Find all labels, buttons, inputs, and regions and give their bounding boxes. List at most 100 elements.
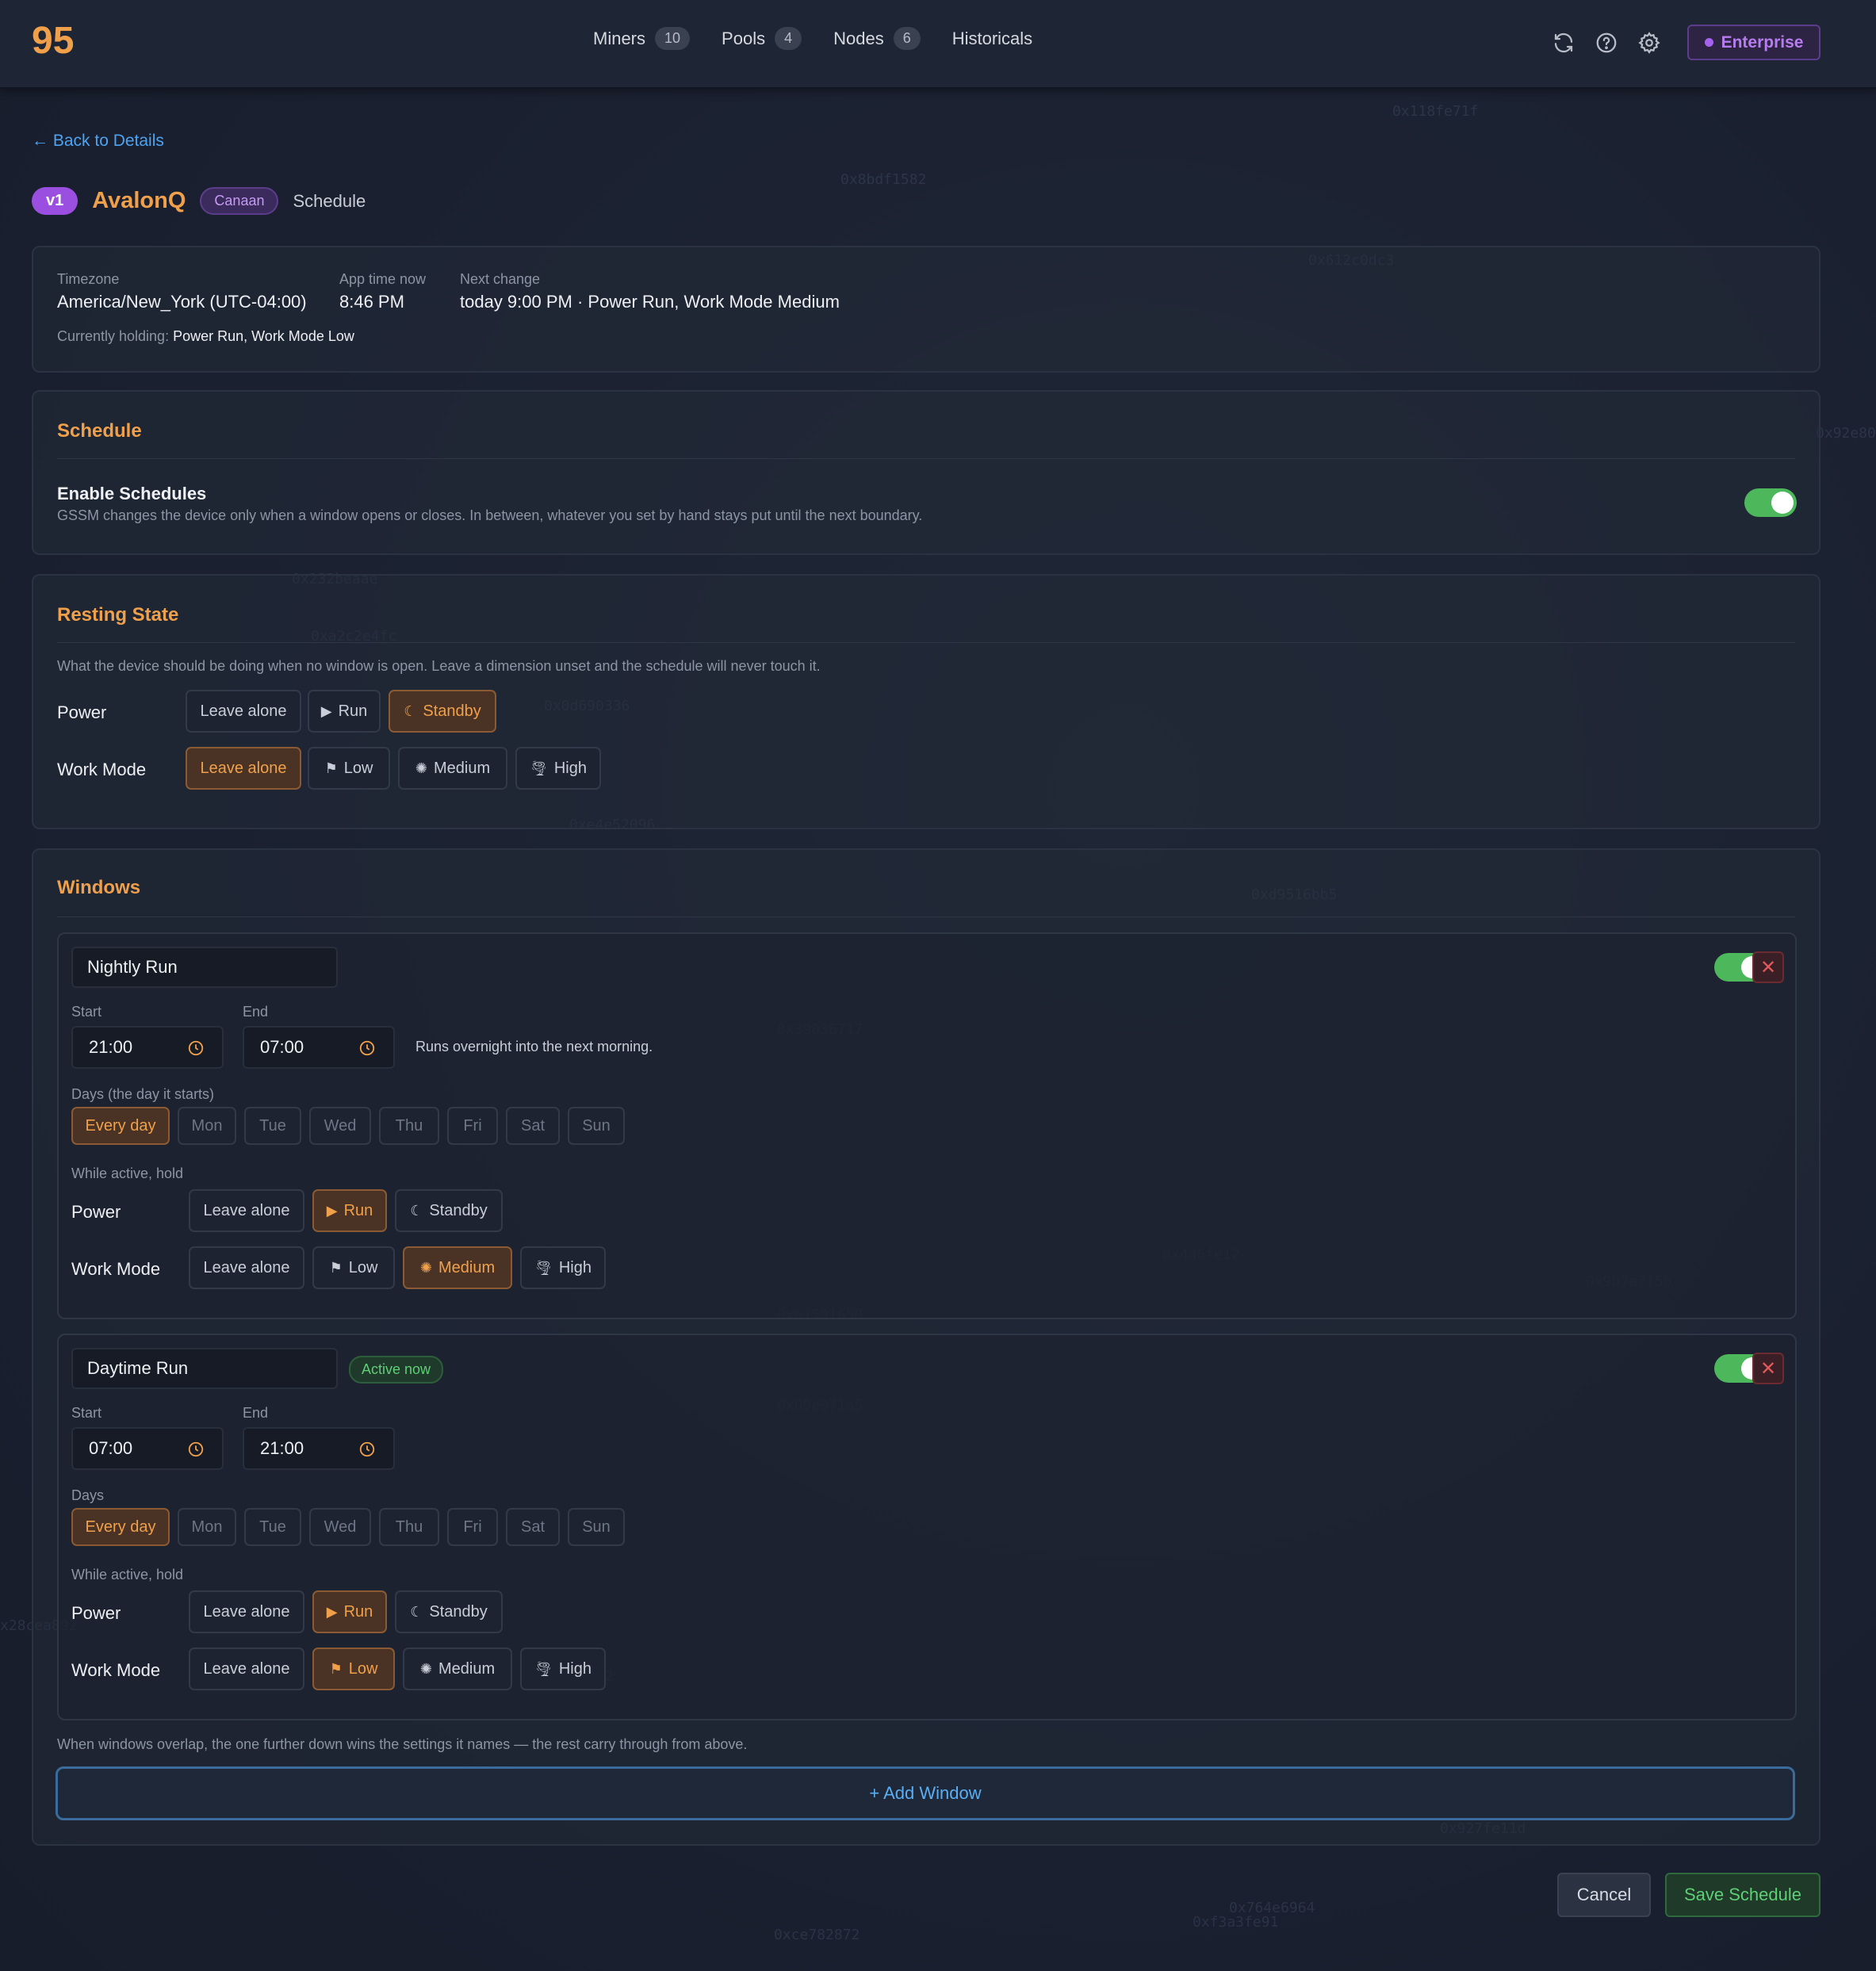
refresh-icon[interactable] <box>1551 30 1576 55</box>
nav-pools[interactable]: Pools 4 <box>722 27 802 50</box>
delete-window-button[interactable]: ✕ <box>1752 951 1784 983</box>
day-fri-button[interactable]: Fri <box>447 1508 498 1546</box>
resting-state-card: Resting State What the device should be … <box>32 574 1820 829</box>
plan-label: Enterprise <box>1721 33 1804 52</box>
workmode-label: Work Mode <box>57 760 147 779</box>
holding-label: Currently holding: <box>57 328 170 344</box>
brand-badge: Canaan <box>200 187 279 215</box>
button-label: Leave alone <box>203 1258 290 1276</box>
workmode-medium-button[interactable]: ✺ Medium <box>403 1648 512 1690</box>
day-wed-button[interactable]: Wed <box>309 1107 371 1145</box>
hold-label: While active, hold <box>71 1567 184 1583</box>
back-link[interactable]: ← Back to Details <box>32 132 164 151</box>
power-run-button[interactable]: ▶ Run <box>308 690 381 733</box>
wind-flag-icon: ⚑ <box>324 760 338 776</box>
start-time-input[interactable]: 07:00 <box>71 1427 224 1470</box>
timezone-value: America/New_York (UTC-04:00) <box>57 292 307 312</box>
power-standby-button[interactable]: ☾ Standby <box>395 1189 503 1232</box>
day-sat-button[interactable]: Sat <box>506 1508 560 1546</box>
wind-icon: ✺ <box>419 1660 432 1677</box>
workmode-label: Work Mode <box>71 1660 161 1680</box>
button-label: High <box>558 1659 592 1678</box>
day-thu-button[interactable]: Thu <box>379 1107 439 1145</box>
count-badge: 6 <box>893 27 921 50</box>
workmode-low-button[interactable]: ⚑ Low <box>312 1648 395 1690</box>
add-window-button[interactable]: + Add Window <box>56 1766 1795 1820</box>
help-icon[interactable] <box>1594 30 1619 55</box>
power-run-button[interactable]: ▶ Run <box>312 1590 387 1633</box>
section-title: Resting State <box>57 604 179 626</box>
enable-schedules-desc: GSSM changes the device only when a wind… <box>57 507 923 523</box>
nav-label: Nodes <box>833 28 884 48</box>
workmode-low-button[interactable]: ⚑ Low <box>312 1246 395 1289</box>
workmode-medium-button[interactable]: ✺ Medium <box>398 747 507 790</box>
window-name-input[interactable]: Nightly Run <box>71 947 338 988</box>
button-label: Mon <box>191 1116 223 1135</box>
power-leave-alone-button[interactable]: Leave alone <box>189 1590 304 1633</box>
page-header: v1 AvalonQ Canaan Schedule <box>32 187 366 215</box>
nav-miners[interactable]: Miners 10 <box>593 27 691 50</box>
button-label: Leave alone <box>203 1659 290 1678</box>
apptime-value: 8:46 PM <box>339 292 404 312</box>
day-thu-button[interactable]: Thu <box>379 1508 439 1546</box>
nav-nodes[interactable]: Nodes 6 <box>833 27 921 50</box>
background-watermark: 0xce782872 <box>774 1927 860 1943</box>
delete-window-button[interactable]: ✕ <box>1752 1353 1784 1384</box>
tornado-icon: 🌪 <box>530 760 548 776</box>
currently-holding: Currently holding: Power Run, Work Mode … <box>57 328 354 345</box>
workmode-high-button[interactable]: 🌪 High <box>520 1246 606 1289</box>
power-leave-alone-button[interactable]: Leave alone <box>189 1189 304 1232</box>
day-mon-button[interactable]: Mon <box>178 1508 236 1546</box>
end-time-input[interactable]: 21:00 <box>243 1427 395 1470</box>
toolbar-icons <box>1551 30 1662 55</box>
save-schedule-button[interactable]: Save Schedule <box>1665 1873 1820 1917</box>
end-time-input[interactable]: 07:00 <box>243 1026 395 1069</box>
day-wed-button[interactable]: Wed <box>309 1508 371 1546</box>
end-label: End <box>243 1004 269 1020</box>
cancel-button[interactable]: Cancel <box>1557 1873 1651 1917</box>
workmode-leave-alone-button[interactable]: Leave alone <box>189 1246 304 1289</box>
button-label: High <box>558 1258 592 1276</box>
day-fri-button[interactable]: Fri <box>447 1107 498 1145</box>
start-time-input[interactable]: 21:00 <box>71 1026 224 1069</box>
count-badge: 10 <box>655 27 691 50</box>
workmode-low-button[interactable]: ⚑ Low <box>308 747 390 790</box>
toggle-knob <box>1771 492 1794 514</box>
day-sat-button[interactable]: Sat <box>506 1107 560 1145</box>
workmode-leave-alone-button[interactable]: Leave alone <box>186 747 301 790</box>
power-standby-button[interactable]: ☾ Standby <box>395 1590 503 1633</box>
window-name-input[interactable]: Daytime Run <box>71 1348 338 1389</box>
app-logo[interactable]: 95 <box>32 19 74 63</box>
nav-historicals[interactable]: Historicals <box>952 27 1032 50</box>
gear-icon[interactable] <box>1637 30 1662 55</box>
info-card: Timezone America/New_York (UTC-04:00) Ap… <box>32 246 1820 373</box>
time-value: 21:00 <box>260 1438 304 1458</box>
workmode-leave-alone-button[interactable]: Leave alone <box>189 1648 304 1690</box>
plan-badge[interactable]: Enterprise <box>1687 25 1820 60</box>
moon-icon: ☾ <box>404 702 417 719</box>
power-label: Power <box>71 1202 121 1222</box>
day-every-day-button[interactable]: Every day <box>71 1508 170 1546</box>
power-standby-button[interactable]: ☾ Standby <box>389 690 496 733</box>
day-sun-button[interactable]: Sun <box>568 1508 625 1546</box>
window-card-nightly-run: Nightly Run ✕ Start End 21:00 07:00 Runs… <box>57 932 1797 1319</box>
power-leave-alone-button[interactable]: Leave alone <box>186 690 301 733</box>
workmode-medium-button[interactable]: ✺ Medium <box>403 1246 512 1289</box>
window-card-daytime-run: Daytime Run Active now ✕ Start End 07:00… <box>57 1334 1797 1720</box>
enable-schedules-toggle[interactable] <box>1744 488 1797 517</box>
timezone-label: Timezone <box>57 271 120 287</box>
tornado-icon: 🌪 <box>534 1259 553 1276</box>
start-label: Start <box>71 1004 102 1020</box>
day-tue-button[interactable]: Tue <box>244 1107 301 1145</box>
workmode-high-button[interactable]: 🌪 High <box>515 747 601 790</box>
button-label: Wed <box>324 1517 357 1536</box>
day-mon-button[interactable]: Mon <box>178 1107 236 1145</box>
workmode-high-button[interactable]: 🌪 High <box>520 1648 606 1690</box>
start-label: Start <box>71 1405 102 1421</box>
power-run-button[interactable]: ▶ Run <box>312 1189 387 1232</box>
day-sun-button[interactable]: Sun <box>568 1107 625 1145</box>
clock-icon <box>359 1441 375 1457</box>
day-every-day-button[interactable]: Every day <box>71 1107 170 1145</box>
day-tue-button[interactable]: Tue <box>244 1508 301 1546</box>
clock-icon <box>188 1441 204 1457</box>
